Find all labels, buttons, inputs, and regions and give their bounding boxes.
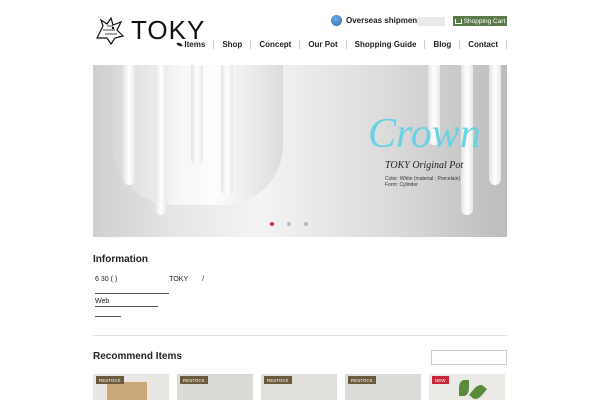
restock-badge: RESTOCK bbox=[96, 376, 124, 384]
nav-item-our-pot[interactable]: Our Pot bbox=[299, 40, 345, 49]
nav-item-concept[interactable]: Concept bbox=[250, 40, 299, 49]
hero-title: Crown bbox=[368, 111, 481, 157]
overseas-shipment-link[interactable]: Overseas shipment bbox=[331, 15, 420, 26]
nav-item-blog[interactable]: Blog bbox=[424, 40, 459, 49]
cart-label: Shopping Cart bbox=[463, 17, 506, 25]
restock-badge: RESTOCK bbox=[180, 376, 208, 384]
nav-item-contact[interactable]: Contact bbox=[459, 40, 507, 49]
slider-dot[interactable] bbox=[287, 222, 291, 226]
globe-icon bbox=[331, 15, 342, 26]
product-image bbox=[107, 382, 147, 400]
nav-item-items[interactable]: Items bbox=[169, 40, 213, 49]
glaze-drip bbox=[155, 65, 167, 215]
hero-slider[interactable]: Crown TOKY Original Pot Color: White (ma… bbox=[93, 65, 507, 237]
information-entry: 6 30 ( ) TOKY / bbox=[95, 276, 204, 283]
info-date: 6 30 ( ) bbox=[95, 276, 118, 283]
spec-line: Form: Cylinder bbox=[385, 182, 418, 188]
info-shop: TOKY bbox=[169, 276, 189, 283]
new-badge: NEW bbox=[432, 376, 449, 384]
glaze-drip bbox=[191, 65, 203, 165]
glaze-drip bbox=[123, 65, 135, 185]
product-card[interactable]: RESTOCK bbox=[93, 374, 169, 400]
restock-badge: RESTOCK bbox=[264, 376, 292, 384]
language-selector[interactable] bbox=[417, 17, 445, 26]
nav-label: Shop bbox=[222, 40, 243, 49]
shopping-cart-button[interactable]: Shopping Cart bbox=[453, 16, 507, 26]
nav-label: Contact bbox=[468, 40, 498, 49]
restock-badge: RESTOCK bbox=[348, 376, 376, 384]
nav-item-shop[interactable]: Shop bbox=[213, 40, 250, 49]
glaze-drip bbox=[221, 65, 233, 195]
nav-label: Our Pot bbox=[308, 40, 338, 49]
product-card[interactable]: RESTOCK bbox=[261, 374, 337, 400]
slider-dot[interactable] bbox=[304, 222, 308, 226]
nav-label: Items bbox=[184, 40, 206, 49]
plant-leaf bbox=[469, 382, 487, 400]
recommend-heading: Recommend Items bbox=[93, 351, 182, 362]
overseas-label: Overseas shipment bbox=[346, 16, 420, 25]
slider-dot[interactable] bbox=[270, 222, 274, 226]
product-card[interactable]: NEW bbox=[429, 374, 505, 400]
product-list: RESTOCK RESTOCK RESTOCK RESTOCK NEW bbox=[93, 374, 505, 400]
nav-label: Shopping Guide bbox=[354, 40, 417, 49]
hero-subtitle: TOKY Original Pot bbox=[385, 160, 464, 171]
section-divider bbox=[93, 335, 507, 336]
main-nav: Items Shop Concept Our Pot Shopping Guid… bbox=[169, 40, 507, 49]
nav-label: Blog bbox=[433, 40, 452, 49]
slider-dots bbox=[270, 222, 308, 226]
leaf-icon bbox=[176, 41, 184, 48]
cart-icon bbox=[454, 18, 462, 24]
nav-item-shopping-guide[interactable]: Shopping Guide bbox=[345, 40, 425, 49]
rooster-logo-icon bbox=[96, 16, 125, 45]
info-link-underline[interactable] bbox=[95, 293, 169, 294]
info-slash: / bbox=[202, 276, 205, 283]
product-card[interactable]: RESTOCK bbox=[345, 374, 421, 400]
info-link-underline[interactable] bbox=[95, 306, 158, 307]
recommend-select[interactable] bbox=[431, 350, 507, 365]
product-card[interactable]: RESTOCK bbox=[177, 374, 253, 400]
hero-spec: Color: White (material : Porcelain) Form… bbox=[385, 176, 460, 188]
nav-label: Concept bbox=[259, 40, 292, 49]
info-web-link[interactable]: Web bbox=[95, 298, 109, 305]
information-heading: Information bbox=[93, 254, 148, 265]
glaze-drip bbox=[489, 65, 501, 185]
plant-leaf bbox=[459, 380, 469, 396]
info-link-underline[interactable] bbox=[95, 316, 121, 317]
